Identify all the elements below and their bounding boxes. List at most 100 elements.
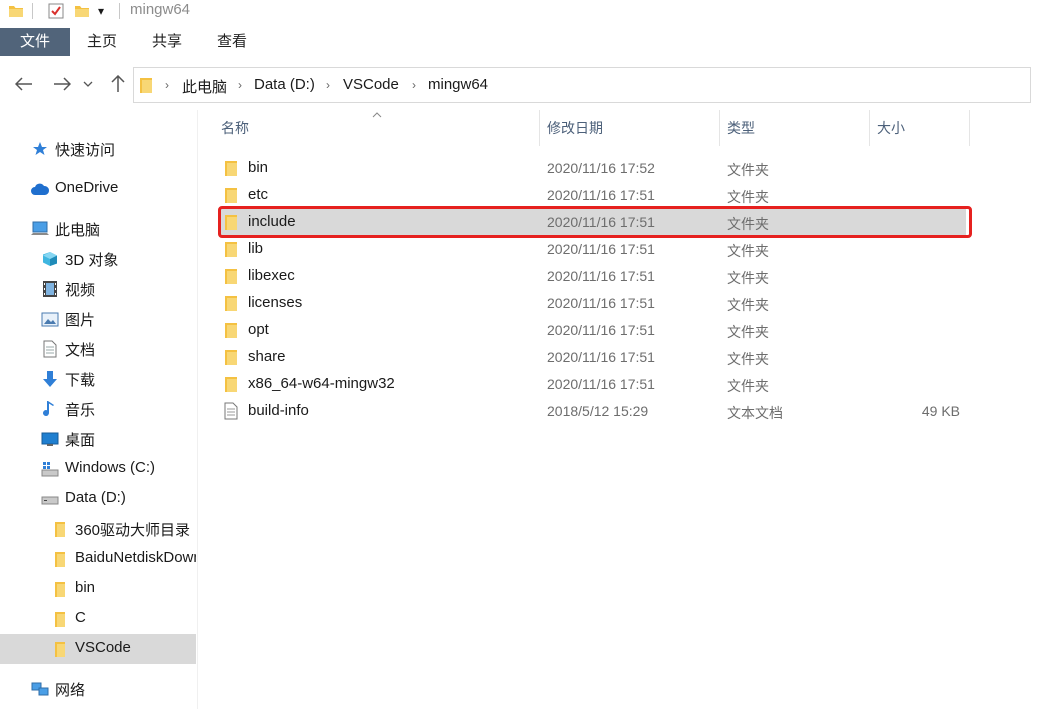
sidebar-item-quick-access[interactable]: 快速访问 <box>0 134 196 164</box>
file-type: 文件夹 <box>727 297 769 313</box>
file-type: 文件夹 <box>727 189 769 205</box>
sidebar-item-360-driver-folder[interactable]: 360驱动大师目录 <box>0 514 196 544</box>
new-folder-icon[interactable] <box>74 0 90 22</box>
file-row-x86-64-w64-mingw32[interactable]: x86_64-w64-mingw32 2020/11/16 17:51 文件夹 <box>218 371 966 397</box>
file-row-libexec[interactable]: libexec 2020/11/16 17:51 文件夹 <box>218 263 966 289</box>
column-divider[interactable] <box>539 110 540 146</box>
breadcrumb-vscode[interactable]: VSCode <box>343 76 399 93</box>
video-icon <box>41 280 59 298</box>
column-header-name[interactable]: 名称 <box>221 118 249 138</box>
breadcrumb-separator-icon: › <box>326 78 330 92</box>
sidebar-item-label: 文档 <box>65 342 96 359</box>
sidebar-item-bin[interactable]: bin <box>0 574 196 604</box>
file-type: 文件夹 <box>727 351 769 367</box>
sidebar-item-music[interactable]: 音乐 <box>0 394 196 424</box>
sidebar-item-vscode[interactable]: VSCode <box>0 634 196 664</box>
file-type: 文件夹 <box>727 162 769 178</box>
breadcrumb-separator-icon: › <box>238 78 242 92</box>
download-icon <box>41 370 59 388</box>
column-divider[interactable] <box>869 110 870 146</box>
document-icon <box>41 340 59 358</box>
file-modified: 2020/11/16 17:51 <box>547 187 655 203</box>
sidebar-item-label: C <box>75 609 86 626</box>
sidebar-item-label: 此电脑 <box>55 222 101 239</box>
file-type: 文本文档 <box>727 405 783 421</box>
folder-icon <box>139 76 153 99</box>
desktop-icon <box>41 430 59 448</box>
sidebar-item-label: 图片 <box>65 312 96 329</box>
file-row-build-info[interactable]: build-info 2018/5/12 15:29 文本文档 49 KB <box>218 398 966 424</box>
file-row-etc[interactable]: etc 2020/11/16 17:51 文件夹 <box>218 182 966 208</box>
sidebar-item-windows-c[interactable]: Windows (C:) <box>0 454 196 484</box>
sidebar-item-label: bin <box>75 579 96 596</box>
column-divider[interactable] <box>719 110 720 146</box>
sidebar-item-label: 3D 对象 <box>65 252 119 269</box>
breadcrumb-mingw64[interactable]: mingw64 <box>428 76 488 93</box>
sidebar-item-this-pc[interactable]: 此电脑 <box>0 214 196 244</box>
file-type: 文件夹 <box>727 324 769 340</box>
tab-view[interactable]: 查看 <box>210 28 254 56</box>
tab-home[interactable]: 主页 <box>80 28 124 56</box>
window-title: mingw64 <box>130 1 191 18</box>
sidebar-item-data-d[interactable]: Data (D:) <box>0 484 196 514</box>
sidebar-item-onedrive[interactable]: OneDrive <box>0 174 196 204</box>
navigation-bar: › 此电脑 › Data (D:) › VSCode › mingw64 <box>0 64 1038 108</box>
back-arrow-icon[interactable] <box>12 72 36 96</box>
navigation-pane: 快速访问 OneDrive 此电脑 3D 对象 视频 图片 文档 下载 音乐 桌… <box>0 110 196 709</box>
drive-icon <box>41 490 59 508</box>
column-header-type[interactable]: 类型 <box>727 118 755 138</box>
computer-icon <box>31 220 49 238</box>
sidebar-item-network[interactable]: 网络 <box>0 674 196 704</box>
sidebar-item-label: 桌面 <box>65 432 96 449</box>
sidebar-item-baidu-netdisk[interactable]: BaiduNetdiskDownload <box>0 544 196 574</box>
file-row-opt[interactable]: opt 2020/11/16 17:51 文件夹 <box>218 317 966 343</box>
forward-arrow-icon[interactable] <box>50 72 74 96</box>
column-divider[interactable] <box>969 110 970 146</box>
file-row-bin[interactable]: bin 2020/11/16 17:52 文件夹 <box>218 155 966 181</box>
file-name: opt <box>248 321 269 338</box>
file-name: lib <box>248 240 264 257</box>
file-name: build-info <box>248 402 309 419</box>
sidebar-item-label: Data (D:) <box>65 489 126 506</box>
breadcrumb-this-pc[interactable]: 此电脑 <box>182 76 227 97</box>
file-size: 49 KB <box>921 403 960 419</box>
file-modified: 2018/5/12 15:29 <box>547 403 649 419</box>
sidebar-item-3d-objects[interactable]: 3D 对象 <box>0 244 196 274</box>
cloud-icon <box>30 180 50 198</box>
file-modified: 2020/11/16 17:51 <box>547 241 655 257</box>
network-icon <box>31 680 49 698</box>
highlight-annotation-box <box>218 206 972 238</box>
file-row-lib[interactable]: lib 2020/11/16 17:51 文件夹 <box>218 236 966 262</box>
sidebar-item-pictures[interactable]: 图片 <box>0 304 196 334</box>
file-name: x86_64-w64-mingw32 <box>248 375 395 392</box>
recent-locations-chevron-icon[interactable] <box>80 72 96 96</box>
tab-file[interactable]: 文件 <box>0 28 70 56</box>
sidebar-item-desktop[interactable]: 桌面 <box>0 424 196 454</box>
file-name: libexec <box>248 267 295 284</box>
properties-checkbox-icon[interactable] <box>48 0 64 22</box>
sidebar-item-c-folder[interactable]: C <box>0 604 196 634</box>
folder-icon <box>8 0 24 22</box>
tab-share[interactable]: 共享 <box>145 28 189 56</box>
star-icon <box>31 140 49 158</box>
quick-access-dropdown-icon[interactable]: ▾ <box>98 0 104 22</box>
breadcrumb-separator-icon: › <box>412 78 416 92</box>
windows-drive-icon <box>41 460 59 478</box>
breadcrumb-data-drive[interactable]: Data (D:) <box>254 76 315 93</box>
file-row-share[interactable]: share 2020/11/16 17:51 文件夹 <box>218 344 966 370</box>
sidebar-item-downloads[interactable]: 下载 <box>0 364 196 394</box>
column-header-size[interactable]: 大小 <box>877 118 905 138</box>
sidebar-item-label: 网络 <box>55 682 86 699</box>
file-name: share <box>248 348 286 365</box>
sidebar-item-label: 下载 <box>65 372 96 389</box>
file-row-licenses[interactable]: licenses 2020/11/16 17:51 文件夹 <box>218 290 966 316</box>
sidebar-item-videos[interactable]: 视频 <box>0 274 196 304</box>
column-header-modified[interactable]: 修改日期 <box>547 118 603 138</box>
folder-icon <box>224 186 240 204</box>
sidebar-item-documents[interactable]: 文档 <box>0 334 196 364</box>
address-bar[interactable]: › 此电脑 › Data (D:) › VSCode › mingw64 <box>133 67 1031 103</box>
pane-divider[interactable] <box>197 110 198 709</box>
sidebar-item-label: 360驱动大师目录 <box>75 522 191 539</box>
file-modified: 2020/11/16 17:51 <box>547 349 655 365</box>
up-arrow-icon[interactable] <box>106 72 130 96</box>
